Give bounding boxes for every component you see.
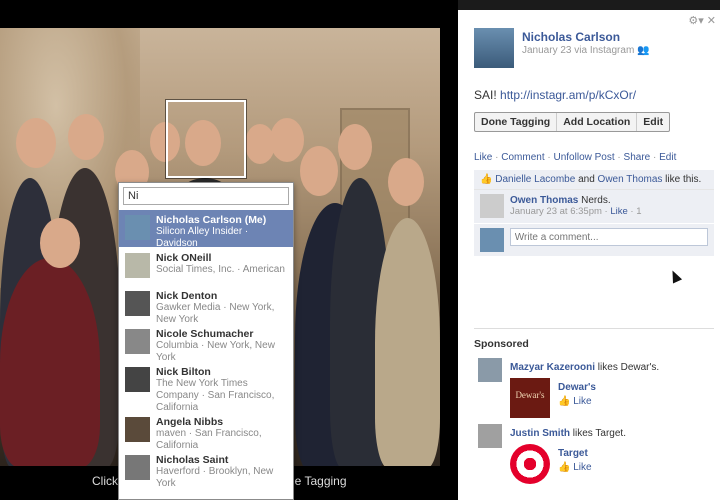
photo-head: [300, 146, 338, 196]
target-logo[interactable]: [510, 444, 550, 484]
author-avatar[interactable]: [474, 28, 514, 68]
friends-icon: 👥: [637, 45, 650, 56]
post-text: SAI! http://instagr.am/p/kCxOr/: [474, 88, 636, 102]
likes-rest: like this.: [662, 174, 702, 185]
suggestion-avatar: [125, 329, 150, 354]
photo-head: [16, 118, 56, 168]
ad-like-label: Like: [573, 462, 592, 473]
write-comment-input[interactable]: [509, 228, 708, 246]
likes-line: 👍 Danielle Lacombe and Owen Thomas like …: [474, 170, 714, 190]
post-prefix: SAI!: [474, 88, 501, 102]
ad-page-name[interactable]: Target: [558, 448, 588, 459]
caption-right[interactable]: ne Tagging: [288, 474, 347, 488]
suggestion-name: Nicholas Saint: [156, 454, 229, 466]
comment-time: January 23 at 6:35pm ·: [510, 206, 611, 217]
unfollow-link[interactable]: Unfollow Post: [554, 152, 615, 163]
suggestion-name: Angela Nibbs: [156, 416, 224, 428]
share-link[interactable]: Share: [624, 152, 651, 163]
caption-left: Click: [92, 474, 118, 488]
suggestion-avatar: [125, 455, 150, 480]
comment: Owen Thomas Nerds. January 23 at 6:35pm …: [474, 190, 714, 224]
ad-actor[interactable]: Mazyar Kazerooni: [510, 362, 595, 373]
comment-meta: January 23 at 6:35pm · Like · 1: [510, 206, 642, 217]
tag-suggestion[interactable]: Nick Bilton The New York Times Company · …: [119, 361, 293, 413]
likes-and: and: [575, 174, 598, 185]
photo-person: [375, 218, 440, 466]
comment-author[interactable]: Owen Thomas: [510, 195, 578, 206]
tag-suggestion[interactable]: Angela Nibbs maven · San Francisco, Calif…: [119, 411, 293, 451]
tag-suggestion[interactable]: Nicholas Carlson (Me) Silicon Alley Insid…: [119, 209, 293, 249]
suggestion-name: Nick ONeill: [156, 252, 212, 264]
comment-link[interactable]: Comment: [501, 152, 544, 163]
options-close-icon[interactable]: ⚙▾ ✕: [688, 14, 716, 27]
tag-dropdown: Nicholas Carlson (Me)Silicon Alley Insid…: [118, 182, 294, 500]
suggestion-avatar: [125, 291, 150, 316]
suggestion-name: Nick Denton: [156, 290, 218, 302]
photo-head: [270, 118, 304, 162]
like-link[interactable]: Like: [474, 152, 492, 163]
post-meta-text: January 23 via Instagram: [522, 45, 635, 56]
photo-stage: Click ne Tagging Nicholas Carlson (Me)Si…: [0, 0, 458, 500]
photo-head: [338, 124, 372, 170]
suggestion-avatar: [125, 417, 150, 442]
tag-suggestion[interactable]: Nicole Schumacher Columbia · New York, Ne…: [119, 323, 293, 363]
ad-like[interactable]: 👍 Like: [558, 396, 592, 407]
edit-button[interactable]: Edit: [637, 113, 669, 131]
ad-page-name[interactable]: Dewar's: [558, 382, 596, 393]
tag-suggestion[interactable]: Nick Denton Gawker Media · New York, New …: [119, 285, 293, 325]
suggestion-avatar: [125, 367, 150, 392]
thumbs-up-icon: 👍: [558, 462, 571, 473]
photo-head: [40, 218, 80, 268]
write-comment-row: [474, 224, 714, 256]
sponsored-title: Sponsored: [474, 338, 529, 350]
suggestion-avatar: [125, 215, 150, 240]
thumbs-up-icon: 👍: [480, 174, 493, 185]
post-meta: January 23 via Instagram 👥: [522, 45, 650, 56]
viewer-avatar: [480, 228, 504, 252]
tag-button-group: Done Tagging Add Location Edit: [474, 112, 671, 132]
commenter-avatar[interactable]: [480, 194, 504, 218]
post-actions: Like · Comment · Unfollow Post · Share ·…: [474, 152, 677, 163]
photo-head: [388, 158, 424, 206]
thumbs-up-icon: 👍: [558, 396, 571, 407]
photo-head: [68, 114, 104, 160]
photo-person: [0, 258, 100, 466]
tag-search-input[interactable]: [123, 187, 289, 205]
tag-suggestion[interactable]: Nicholas Saint Haverford · Brooklyn, New …: [119, 449, 293, 489]
suggestion-name: Nicholas Carlson (Me): [156, 214, 267, 226]
ad-like-label: Like: [573, 396, 592, 407]
side-panel: ⚙▾ ✕ Nicholas Carlson January 23 via Ins…: [458, 10, 720, 500]
ad-line: Mazyar Kazerooni likes Dewar's.: [510, 362, 659, 373]
suggestion-avatar: [125, 253, 150, 278]
feedback-box: 👍 Danielle Lacombe and Owen Thomas like …: [474, 170, 714, 256]
dewars-logo[interactable]: Dewar's: [510, 378, 550, 418]
ad-actor-avatar[interactable]: [478, 424, 502, 448]
post-link[interactable]: http://instagr.am/p/kCxOr/: [500, 88, 636, 102]
ad-verb: likes Target.: [570, 428, 626, 439]
comment-like-count: · 1: [627, 206, 642, 217]
suggestion-sub: Haverford · Brooklyn, New York: [156, 466, 274, 489]
done-tagging-button[interactable]: Done Tagging: [475, 113, 558, 131]
suggestion-name: Nick Bilton: [156, 366, 211, 378]
edit-link[interactable]: Edit: [659, 152, 676, 163]
add-location-button[interactable]: Add Location: [557, 113, 638, 131]
ad-verb: likes Dewar's.: [595, 362, 660, 373]
comment-like-link[interactable]: Like: [610, 206, 627, 217]
suggestion-sub: The New York Times Company · San Francis…: [156, 378, 275, 413]
suggestion-name: Nicole Schumacher: [156, 328, 254, 340]
ad-actor[interactable]: Justin Smith: [510, 428, 570, 439]
tag-selection-box[interactable]: [166, 100, 246, 178]
comment-text: Nerds.: [578, 195, 611, 206]
author-name[interactable]: Nicholas Carlson: [522, 30, 620, 44]
ad-like[interactable]: 👍 Like: [558, 462, 592, 473]
liker-name[interactable]: Owen Thomas: [598, 174, 663, 185]
ad-line: Justin Smith likes Target.: [510, 428, 626, 439]
ad-actor-avatar[interactable]: [478, 358, 502, 382]
liker-name[interactable]: Danielle Lacombe: [495, 174, 575, 185]
divider: [474, 328, 714, 329]
tag-suggestion[interactable]: Nick ONeill Social Times, Inc. · American: [119, 247, 293, 285]
suggestion-sub: Social Times, Inc. · American: [156, 264, 285, 275]
